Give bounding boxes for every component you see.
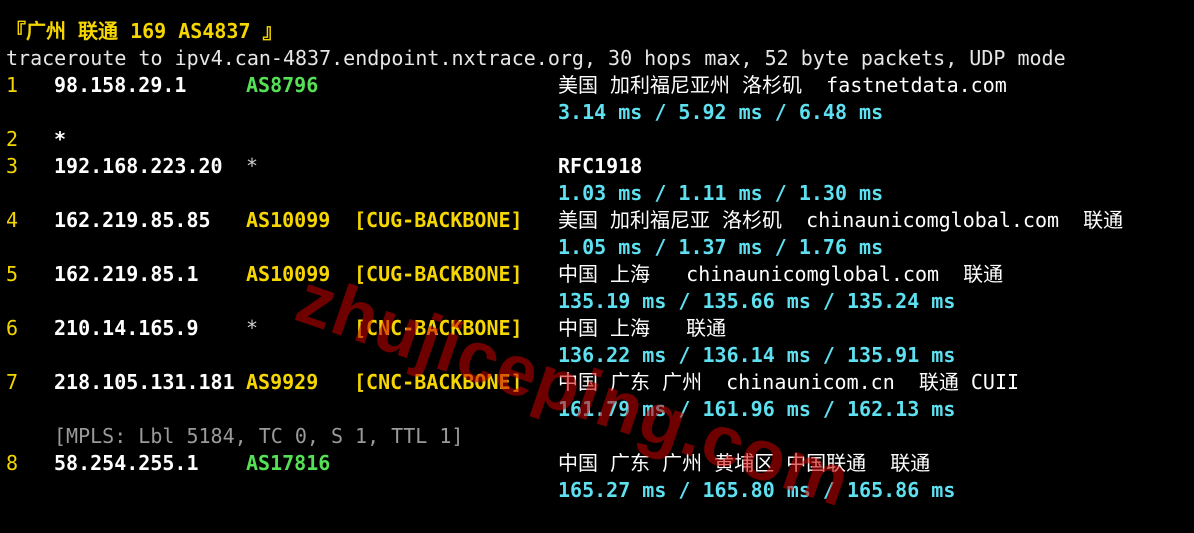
hop-number: 5 <box>6 262 19 286</box>
hop-asn: AS10099 <box>246 208 331 232</box>
hop-number: 1 <box>6 73 19 97</box>
hop-geo: 中国 广东 广州 黄埔区 中国联通 联通 <box>558 451 931 475</box>
hop-backbone-tag: [CUG-BACKBONE] <box>354 262 523 286</box>
hop-number: 2 <box>6 127 19 151</box>
hop-rtt: 161.79 ms / 161.96 ms / 162.13 ms <box>558 397 956 421</box>
hop-ip: 98.158.29.1 <box>54 73 187 97</box>
hop-geo: 中国 广东 广州 chinaunicom.cn 联通 CUII <box>558 370 1020 394</box>
hop-backbone-tag: [CUG-BACKBONE] <box>354 208 523 232</box>
hop-number: 3 <box>6 154 19 178</box>
hop-row: 2 * <box>0 126 1194 153</box>
hop-number: 6 <box>6 316 19 340</box>
hop-ip: 218.105.131.181 <box>54 370 235 394</box>
hop-asn: * <box>246 316 259 340</box>
hop-rtt: 135.19 ms / 135.66 ms / 135.24 ms <box>558 289 956 313</box>
hop-asn: AS10099 <box>246 262 331 286</box>
hop-geo: 美国 加利福尼亚 洛杉矶 chinaunicomglobal.com 联通 <box>558 208 1124 232</box>
hop-ip: * <box>54 127 67 151</box>
hop-geo: 中国 上海 chinaunicomglobal.com 联通 <box>558 262 1004 286</box>
hop-row: 6 210.14.165.9 * [CNC-BACKBONE] 中国 上海 联通 <box>0 315 1194 342</box>
hop-geo: RFC1918 <box>558 154 643 178</box>
hop-number: 4 <box>6 208 19 232</box>
mpls-label: [MPLS: Lbl 5184, TC 0, S 1, TTL 1] <box>54 424 464 448</box>
hop-geo: 中国 上海 联通 <box>558 316 727 340</box>
hop-ip: 192.168.223.20 <box>54 154 223 178</box>
hop-geo: 美国 加利福尼亚州 洛杉矶 fastnetdata.com <box>558 73 1007 97</box>
hop-rtt: 165.27 ms / 165.80 ms / 165.86 ms <box>558 478 956 502</box>
hop-rtt: 1.03 ms / 1.11 ms / 1.30 ms <box>558 181 884 205</box>
hop-ip: 162.219.85.85 <box>54 208 211 232</box>
hop-ip: 162.219.85.1 <box>54 262 199 286</box>
hop-number: 8 <box>6 451 19 475</box>
hop-rtt: 136.22 ms / 136.14 ms / 135.91 ms <box>558 343 956 367</box>
hop-row: 8 58.254.255.1 AS17816 中国 广东 广州 黄埔区 中国联通 联通 <box>0 450 1194 477</box>
hop-asn: AS17816 <box>246 451 331 475</box>
trace-title: 『广州 联通 169 AS4837 』 <box>6 19 283 43</box>
hop-ip: 210.14.165.9 <box>54 316 199 340</box>
hop-backbone-tag: [CNC-BACKBONE] <box>354 370 523 394</box>
hop-row: 3 192.168.223.20 * RFC1918 <box>0 153 1194 180</box>
hop-row: 4 162.219.85.85 AS10099 [CUG-BACKBONE] 美国 加利… <box>0 207 1194 234</box>
hop-row: 1 98.158.29.1 AS8796 美国 加利福尼亚州 洛杉矶 fastnetd… <box>0 72 1194 99</box>
hop-ip: 58.254.255.1 <box>54 451 199 475</box>
hop-asn: * <box>246 154 259 178</box>
traceroute-command: traceroute to ipv4.can-4837.endpoint.nxt… <box>6 46 1066 70</box>
hop-asn: AS9929 <box>246 370 319 394</box>
hop-row: 5 162.219.85.1 AS10099 [CUG-BACKBONE] 中国 上海 … <box>0 261 1194 288</box>
hop-rtt: 1.05 ms / 1.37 ms / 1.76 ms <box>558 235 884 259</box>
hop-row: 7 218.105.131.181 AS9929 [CNC-BACKBONE] 中国 广… <box>0 369 1194 396</box>
hop-backbone-tag: [CNC-BACKBONE] <box>354 316 523 340</box>
hop-number: 7 <box>6 370 19 394</box>
hop-rtt: 3.14 ms / 5.92 ms / 6.48 ms <box>558 100 884 124</box>
hop-asn: AS8796 <box>246 73 319 97</box>
